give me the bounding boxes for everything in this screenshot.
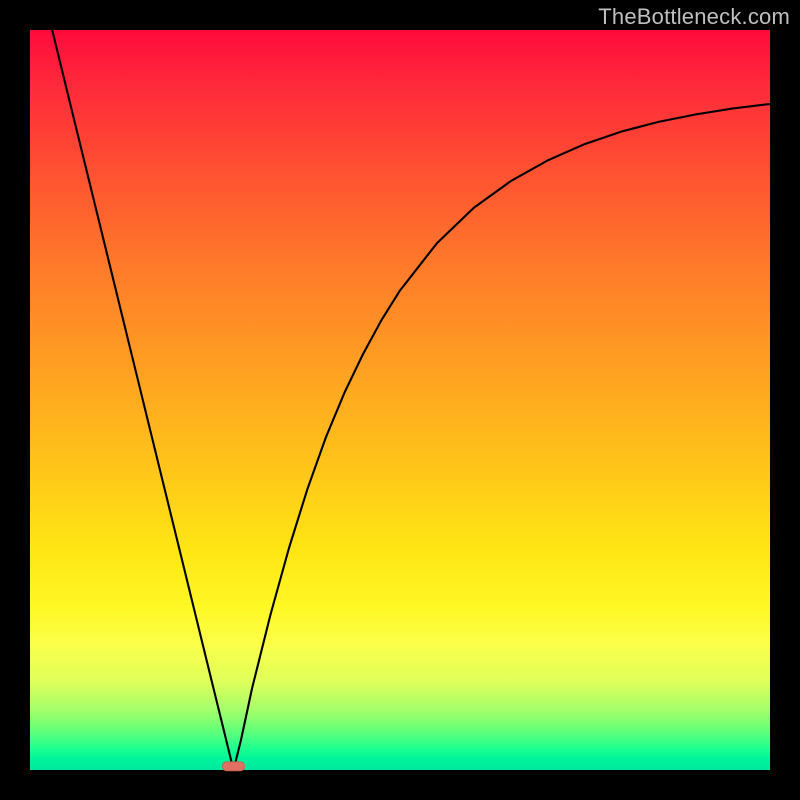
minimum-marker (223, 762, 245, 771)
bottleneck-curve (52, 30, 770, 770)
chart-frame: TheBottleneck.com (0, 0, 800, 800)
plot-area (30, 30, 770, 770)
chart-svg (30, 30, 770, 770)
watermark-text: TheBottleneck.com (598, 4, 790, 30)
